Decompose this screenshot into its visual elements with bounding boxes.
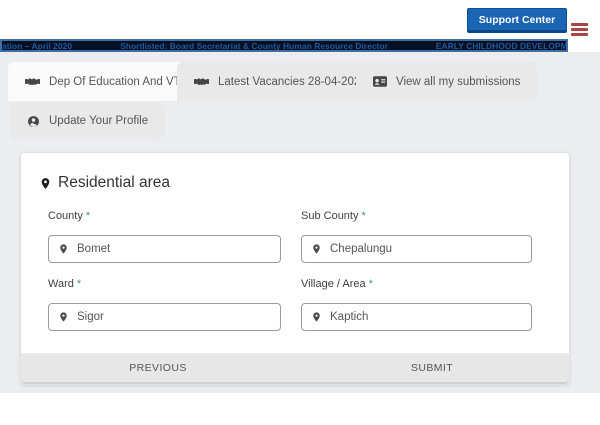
location-pin-icon	[58, 242, 69, 256]
news-ticker: ation – April 2020 Shortlisted: Board Se…	[0, 39, 568, 52]
county-label: County*	[48, 210, 90, 222]
tab-label: View all my submissions	[396, 76, 520, 88]
account-icon	[27, 115, 40, 128]
tab-view-all-submissions[interactable]: View all my submissions	[356, 62, 537, 101]
required-marker: *	[369, 278, 373, 290]
ward-input[interactable]	[77, 311, 280, 323]
tab-label: Latest Vacancies 28-04-2020	[218, 76, 367, 88]
location-pin-icon	[58, 310, 69, 324]
residential-area-card: Residential area County* Sub County* War…	[20, 152, 570, 385]
tab-update-your-profile[interactable]: Update Your Profile	[10, 103, 165, 139]
submit-button[interactable]: SUBMIT	[295, 354, 569, 382]
tab-latest-vacancies[interactable]: Latest Vacancies 28-04-2020	[177, 62, 384, 101]
tab-label: Dep Of Education And VTC	[49, 76, 189, 88]
sub-county-input[interactable]	[330, 243, 531, 255]
previous-button[interactable]: PREVIOUS	[21, 354, 295, 382]
location-pin-icon	[311, 242, 322, 256]
sub-county-label: Sub County*	[301, 210, 366, 222]
contact-card-icon	[373, 76, 387, 87]
tab-label: Update Your Profile	[49, 115, 148, 127]
sub-county-input-wrap	[301, 235, 532, 263]
ward-label: Ward*	[48, 278, 81, 290]
village-area-input-wrap	[301, 303, 532, 331]
county-input-wrap	[48, 235, 281, 263]
form-footer: PREVIOUS SUBMIT	[21, 353, 569, 384]
location-pin-icon	[39, 175, 52, 192]
required-marker: *	[86, 210, 90, 222]
county-input[interactable]	[77, 243, 280, 255]
ticker-link-1[interactable]: ation – April 2020	[2, 41, 72, 51]
required-marker: *	[361, 210, 365, 222]
ward-input-wrap	[48, 303, 281, 331]
handshake-icon	[194, 76, 209, 87]
card-title: Residential area	[39, 174, 170, 192]
handshake-icon	[25, 76, 40, 87]
village-area-label: Village / Area*	[301, 278, 373, 290]
hamburger-menu-icon[interactable]	[571, 23, 589, 37]
ticker-link-3[interactable]: EARLY CHILDHOOD DEVELOPMENT & EDUCATION …	[436, 41, 568, 51]
required-marker: *	[77, 278, 81, 290]
card-title-text: Residential area	[58, 174, 170, 192]
support-center-button[interactable]: Support Center	[467, 8, 567, 33]
village-area-input[interactable]	[330, 311, 531, 323]
location-pin-icon	[311, 310, 322, 324]
ticker-link-2[interactable]: Shortlisted: Board Secretariat & County …	[120, 41, 388, 51]
